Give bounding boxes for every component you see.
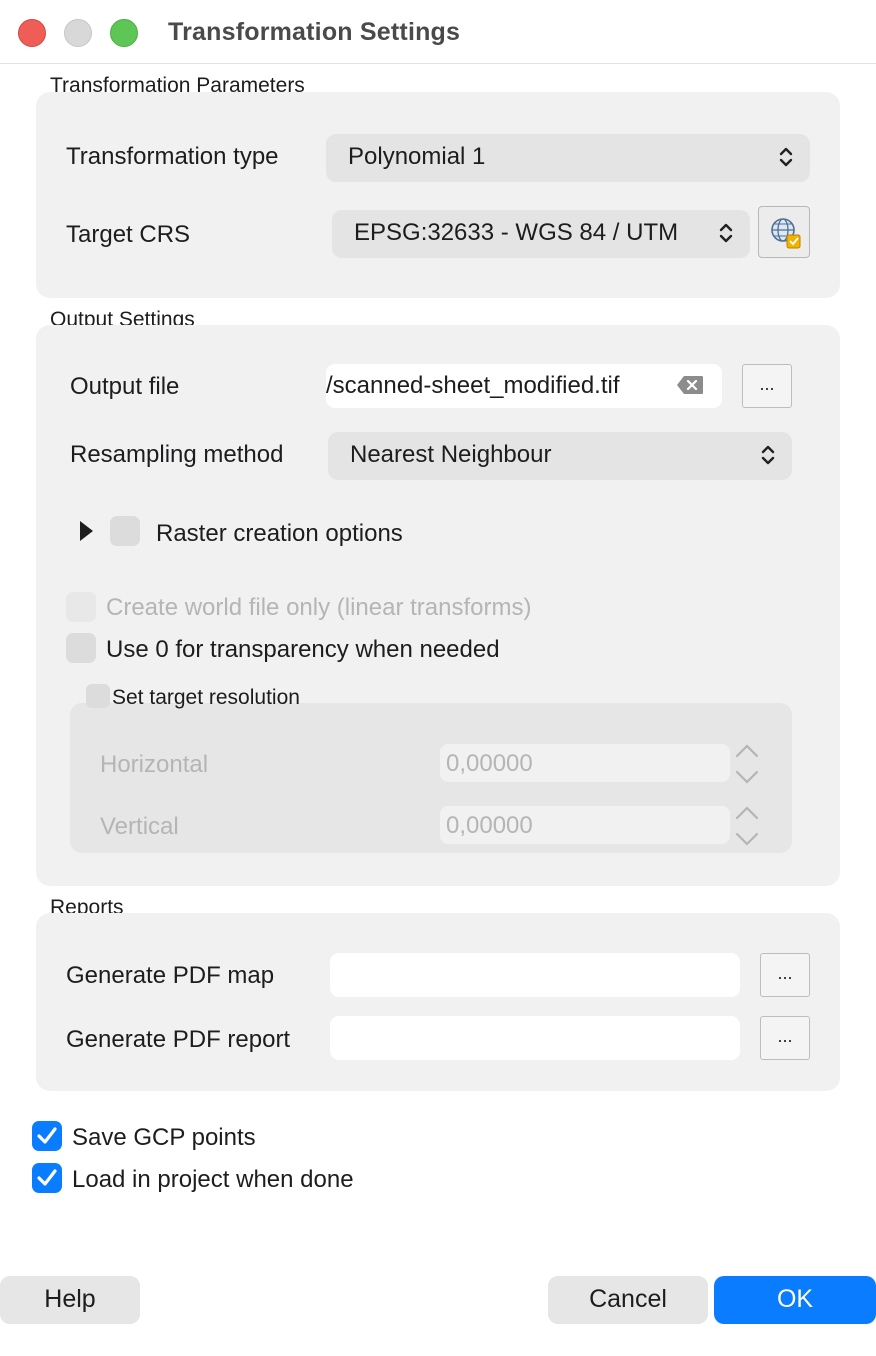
ok-button[interactable]: OK <box>714 1276 876 1324</box>
save-gcp-points-label: Save GCP points <box>72 1124 256 1151</box>
horizontal-resolution-input: 0,00000 <box>440 744 730 782</box>
horizontal-resolution-label: Horizontal <box>100 751 209 778</box>
reports-group <box>36 913 840 1091</box>
updown-chevron-icon <box>761 445 775 465</box>
generate-pdf-report-label: Generate PDF report <box>66 1026 291 1053</box>
generate-pdf-map-label: Generate PDF map <box>66 962 275 989</box>
browse-output-file-button[interactable]: ... <box>742 364 792 408</box>
world-file-only-label: Create world file only (linear transform… <box>106 594 532 621</box>
vertical-resolution-label: Vertical <box>100 813 179 840</box>
transformation-type-value: Polynomial 1 <box>348 143 486 170</box>
checkmark-icon <box>37 1169 57 1186</box>
zoom-window-button[interactable] <box>110 19 138 47</box>
window-title: Transformation Settings <box>168 18 461 46</box>
load-in-project-checkbox[interactable] <box>32 1163 62 1193</box>
updown-chevron-icon <box>719 223 733 243</box>
raster-creation-options-label: Raster creation options <box>156 520 403 547</box>
minimize-window-button[interactable] <box>64 19 92 47</box>
use-zero-transparency-checkbox[interactable] <box>66 633 96 663</box>
vertical-stepper-icon <box>735 806 759 846</box>
checkmark-icon <box>37 1127 57 1144</box>
set-target-resolution-checkbox[interactable] <box>86 684 110 708</box>
cancel-button[interactable]: Cancel <box>548 1276 708 1324</box>
output-file-value: /scanned-sheet_modified.tif <box>326 372 620 399</box>
use-zero-transparency-label: Use 0 for transparency when needed <box>106 636 500 663</box>
set-target-resolution-label: Set target resolution <box>112 686 300 709</box>
save-gcp-points-checkbox[interactable] <box>32 1121 62 1151</box>
resampling-method-value: Nearest Neighbour <box>350 441 552 468</box>
raster-creation-options-checkbox[interactable] <box>110 516 140 546</box>
load-in-project-label: Load in project when done <box>72 1166 354 1193</box>
close-window-button[interactable] <box>18 19 46 47</box>
browse-pdf-map-button[interactable]: ... <box>760 953 810 997</box>
vertical-resolution-input: 0,00000 <box>440 806 730 844</box>
output-file-input[interactable]: /scanned-sheet_modified.tif <box>326 364 722 408</box>
target-crs-value: EPSG:32633 - WGS 84 / UTM <box>354 219 679 246</box>
title-bar: Transformation Settings <box>0 0 876 64</box>
clear-field-icon[interactable] <box>676 375 704 395</box>
horizontal-stepper-icon <box>735 744 759 784</box>
target-crs-label: Target CRS <box>66 221 191 248</box>
expand-triangle-icon[interactable] <box>78 519 94 543</box>
globe-crs-icon <box>771 218 801 249</box>
resampling-method-select[interactable]: Nearest Neighbour <box>328 432 792 480</box>
output-file-label: Output file <box>70 373 180 400</box>
pdf-map-input[interactable] <box>330 953 740 997</box>
pdf-report-input[interactable] <box>330 1016 740 1060</box>
browse-pdf-report-button[interactable]: ... <box>760 1016 810 1060</box>
world-file-only-checkbox <box>66 592 96 622</box>
transformation-settings-dialog: Transformation Settings Transformation P… <box>0 0 876 1356</box>
help-button[interactable]: Help <box>0 1276 140 1324</box>
target-crs-select[interactable]: EPSG:32633 - WGS 84 / UTM <box>332 210 750 258</box>
transformation-parameters-group <box>36 92 840 298</box>
updown-chevron-icon <box>779 147 793 167</box>
transformation-type-label: Transformation type <box>66 143 279 170</box>
transformation-type-select[interactable]: Polynomial 1 <box>326 134 810 182</box>
resampling-method-label: Resampling method <box>70 441 284 468</box>
select-crs-button[interactable] <box>758 206 810 258</box>
